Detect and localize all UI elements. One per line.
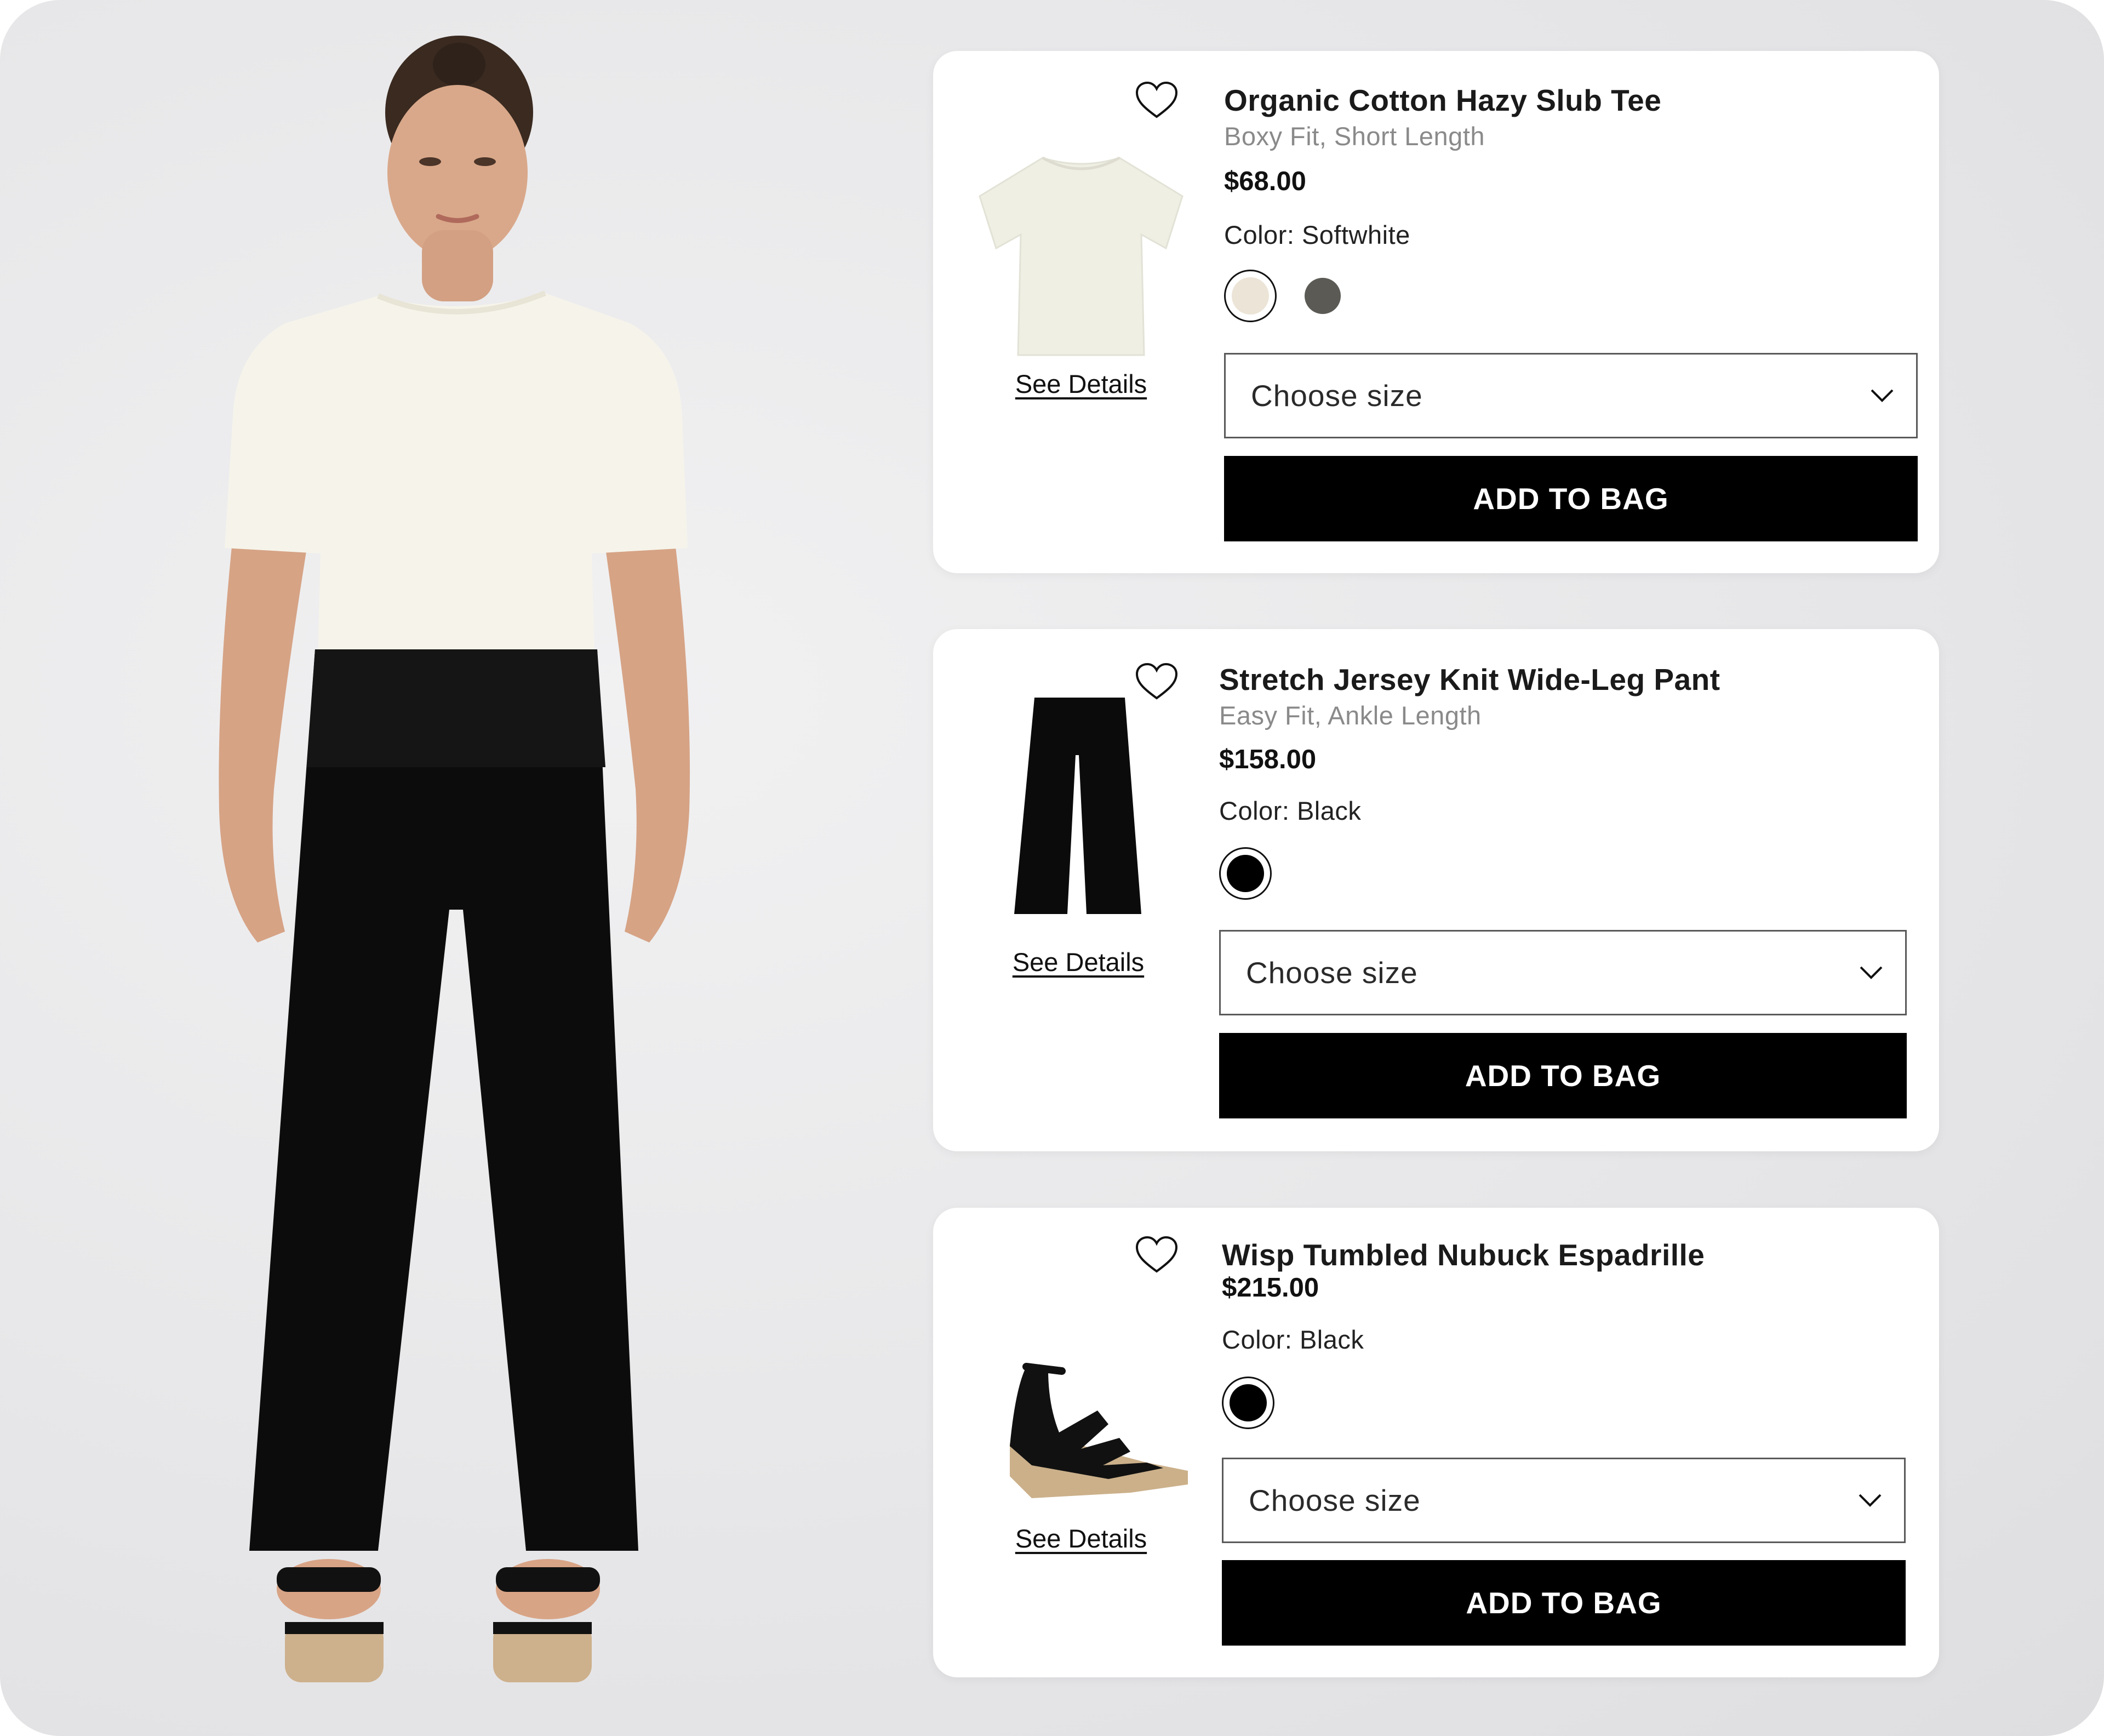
color-value: Black	[1296, 796, 1362, 825]
product-title: Organic Cotton Hazy Slub Tee	[1224, 83, 1662, 117]
heart-icon[interactable]	[1135, 662, 1179, 701]
color-swatch-softwhite[interactable]	[1224, 270, 1277, 322]
size-placeholder: Choose size	[1251, 379, 1423, 413]
color-label: Color:	[1219, 796, 1290, 825]
model-figure	[219, 36, 690, 1682]
size-select[interactable]: Choose size	[1224, 353, 1918, 438]
size-select[interactable]: Choose size	[1219, 930, 1907, 1015]
size-placeholder: Choose size	[1246, 956, 1418, 990]
color-line: Color: Black	[1222, 1324, 1364, 1355]
product-price: $68.00	[1224, 167, 1306, 196]
color-value: Black	[1299, 1325, 1364, 1354]
heart-icon[interactable]	[1135, 1235, 1179, 1275]
product-card: See Details Organic Cotton Hazy Slub Tee…	[933, 51, 1939, 573]
see-details-link[interactable]: See Details	[966, 1523, 1196, 1554]
color-swatch-black[interactable]	[1219, 847, 1272, 900]
swatch-fill	[1230, 1384, 1267, 1421]
see-details-link[interactable]: See Details	[966, 369, 1196, 399]
product-card: See Details Wisp Tumbled Nubuck Espadril…	[933, 1208, 1939, 1677]
add-to-bag-button[interactable]: ADD TO BAG	[1219, 1033, 1907, 1118]
swatch-fill	[1232, 277, 1269, 315]
see-details-link[interactable]: See Details	[963, 947, 1193, 977]
color-line: Color: Softwhite	[1224, 220, 1410, 250]
tshirt-thumbnail[interactable]	[966, 136, 1196, 366]
color-label: Color:	[1224, 220, 1295, 249]
chevron-down-icon	[1870, 389, 1894, 403]
product-subtitle: Easy Fit, Ankle Length	[1219, 701, 1482, 730]
product-title: Stretch Jersey Knit Wide-Leg Pant	[1219, 663, 1720, 696]
heart-icon[interactable]	[1135, 81, 1179, 120]
add-to-bag-button[interactable]: ADD TO BAG	[1224, 456, 1918, 541]
size-select[interactable]: Choose size	[1222, 1458, 1906, 1543]
color-value: Softwhite	[1301, 220, 1410, 249]
size-placeholder: Choose size	[1249, 1483, 1421, 1517]
color-line: Color: Black	[1219, 796, 1361, 826]
model-image	[0, 0, 921, 1736]
color-label: Color:	[1222, 1325, 1293, 1354]
color-swatch-dark-gray[interactable]	[1305, 278, 1357, 330]
chevron-down-icon	[1858, 1493, 1882, 1507]
chevron-down-icon	[1859, 966, 1883, 980]
add-to-bag-button[interactable]: ADD TO BAG	[1222, 1560, 1906, 1646]
color-swatch-black[interactable]	[1222, 1377, 1274, 1429]
product-card: See Details Stretch Jersey Knit Wide-Leg…	[933, 629, 1939, 1151]
pants-thumbnail[interactable]	[966, 684, 1196, 914]
swatch-fill	[1227, 855, 1264, 892]
product-price: $158.00	[1219, 745, 1317, 774]
product-subtitle: Boxy Fit, Short Length	[1224, 122, 1485, 151]
page-frame: See Details Organic Cotton Hazy Slub Tee…	[0, 0, 2104, 1736]
product-title: Wisp Tumbled Nubuck Espadrille	[1222, 1238, 1705, 1272]
product-price: $215.00	[1222, 1273, 1319, 1303]
swatch-fill	[1305, 278, 1341, 314]
